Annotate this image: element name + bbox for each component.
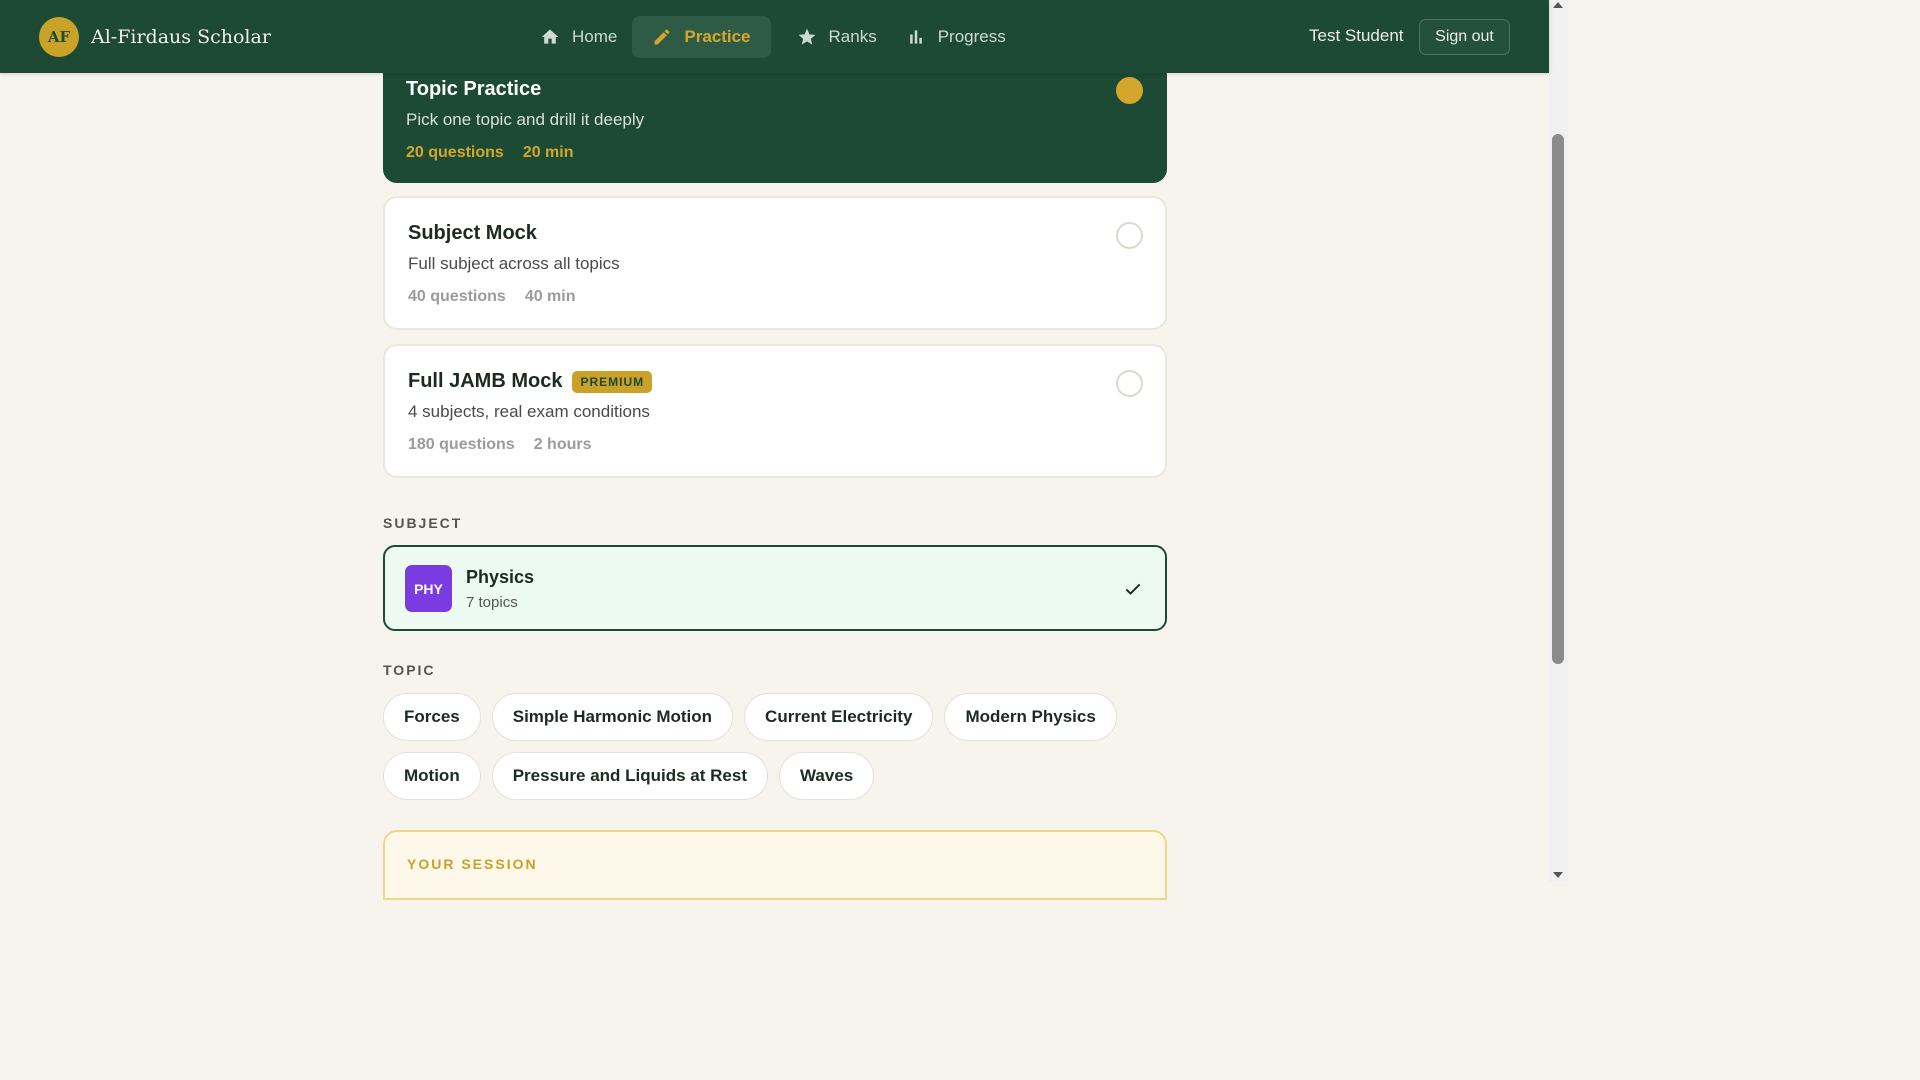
bar-chart-icon: [909, 30, 922, 44]
mode-title: Topic Practice: [406, 78, 542, 100]
topic-chip[interactable]: Current Electricity: [744, 693, 934, 741]
topic-chip[interactable]: Motion: [383, 752, 481, 800]
mode-card-full-jamb-mock[interactable]: Full JAMB Mock PREMIUM 4 subjects, real …: [383, 344, 1167, 478]
mode-description: Full subject across all topics: [408, 254, 620, 273]
subject-topic-count: 7 topics: [466, 594, 518, 611]
subject-code-badge: PHY: [405, 565, 452, 612]
checkmark-icon: [1125, 583, 1141, 595]
topic-chip-list: Forces Simple Harmonic Motion Current El…: [383, 693, 1183, 811]
topic-chip[interactable]: Pressure and Liquids at Rest: [491, 752, 768, 800]
mode-meta: 180 questions 2 hours: [408, 436, 1142, 454]
nav-progress-label: Progress: [937, 27, 1006, 46]
mode-radio[interactable]: [1116, 222, 1143, 249]
user-name: Test Student: [1309, 26, 1404, 45]
nav-ranks-label: Ranks: [828, 27, 877, 46]
mode-description: Pick one topic and drill it deeply: [406, 110, 645, 129]
nav-progress[interactable]: Progress: [892, 16, 1020, 58]
main-nav: Home Practice Ranks Progress: [526, 16, 1021, 58]
topic-section-label: TOPIC: [383, 662, 436, 678]
pencil-icon: [654, 29, 670, 45]
scroll-down-arrow-icon[interactable]: [1553, 872, 1563, 878]
subject-section-label: SUBJECT: [383, 515, 463, 531]
scroll-up-arrow-icon[interactable]: [1553, 2, 1563, 8]
nav-practice-label: Practice: [684, 27, 751, 46]
brand-name: Al-Firdaus Scholar: [91, 26, 271, 48]
mode-time: 2 hours: [533, 436, 592, 453]
nav-ranks[interactable]: Ranks: [783, 16, 891, 58]
brand-logo: AF: [39, 17, 79, 57]
nav-practice[interactable]: Practice: [632, 16, 771, 58]
session-label: YOUR SESSION: [407, 856, 538, 872]
mode-title: Subject Mock: [408, 222, 537, 244]
mode-description: 4 subjects, real exam conditions: [408, 402, 650, 421]
mode-title-row: Full JAMB Mock PREMIUM: [408, 370, 1142, 393]
subject-name: Physics: [466, 567, 535, 587]
premium-badge: PREMIUM: [572, 370, 653, 393]
topic-chip[interactable]: Modern Physics: [944, 693, 1117, 741]
mode-time: 40 min: [524, 288, 576, 305]
mode-radio-selected[interactable]: [1116, 77, 1143, 104]
mode-questions: 20 questions: [406, 144, 504, 161]
topic-chip[interactable]: Forces: [383, 693, 481, 741]
brand[interactable]: AF Al-Firdaus Scholar: [39, 17, 271, 57]
top-navbar: AF Al-Firdaus Scholar Home Practice Rank…: [0, 0, 1549, 73]
nav-home[interactable]: Home: [526, 16, 631, 58]
topic-chip[interactable]: Simple Harmonic Motion: [491, 693, 734, 741]
mode-card-subject-mock[interactable]: Subject Mock Full subject across all top…: [383, 196, 1167, 330]
sign-out-button[interactable]: Sign out: [1419, 19, 1510, 55]
star-icon: [798, 28, 815, 45]
home-icon: [541, 29, 559, 44]
mode-radio[interactable]: [1116, 370, 1143, 397]
mode-meta: 40 questions 40 min: [408, 288, 1142, 306]
nav-home-label: Home: [572, 27, 618, 46]
scroll-thumb[interactable]: [1552, 134, 1564, 664]
subject-card-physics[interactable]: PHY Physics 7 topics: [383, 545, 1167, 631]
session-panel: YOUR SESSION: [383, 830, 1167, 900]
topic-chip[interactable]: Waves: [779, 752, 875, 800]
page-scrollbar[interactable]: [1549, 0, 1568, 882]
mode-title: Full JAMB Mock: [408, 370, 563, 392]
mode-questions: 40 questions: [408, 288, 506, 305]
mode-meta: 20 questions 20 min: [406, 144, 1142, 162]
mode-time: 20 min: [522, 144, 574, 161]
mode-questions: 180 questions: [408, 436, 515, 453]
